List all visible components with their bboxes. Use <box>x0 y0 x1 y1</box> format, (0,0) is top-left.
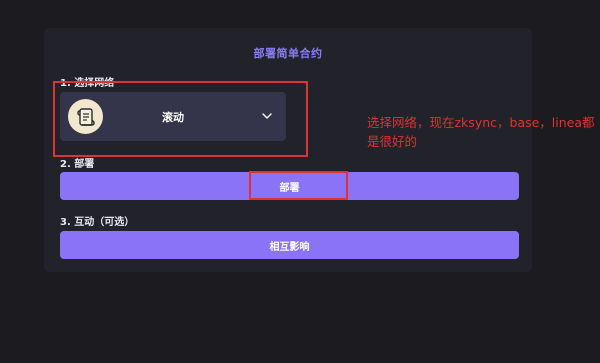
annotation-highlight-deploy <box>249 171 348 200</box>
page: 部署简单合约 1. 选择网络 滚动 2. 部署 部署 3. 互动（可选） 相互影… <box>0 0 600 363</box>
annotation-highlight-network <box>53 81 308 157</box>
card-title: 部署简单合约 <box>253 47 323 60</box>
step-deploy-label: 2. 部署 <box>60 159 95 170</box>
interact-button[interactable]: 相互影响 <box>60 231 519 259</box>
step-interact-label: 3. 互动（可选） <box>60 217 135 228</box>
annotation-text: 选择网络，现在zksync，base，linea都是很好的 <box>367 115 595 149</box>
